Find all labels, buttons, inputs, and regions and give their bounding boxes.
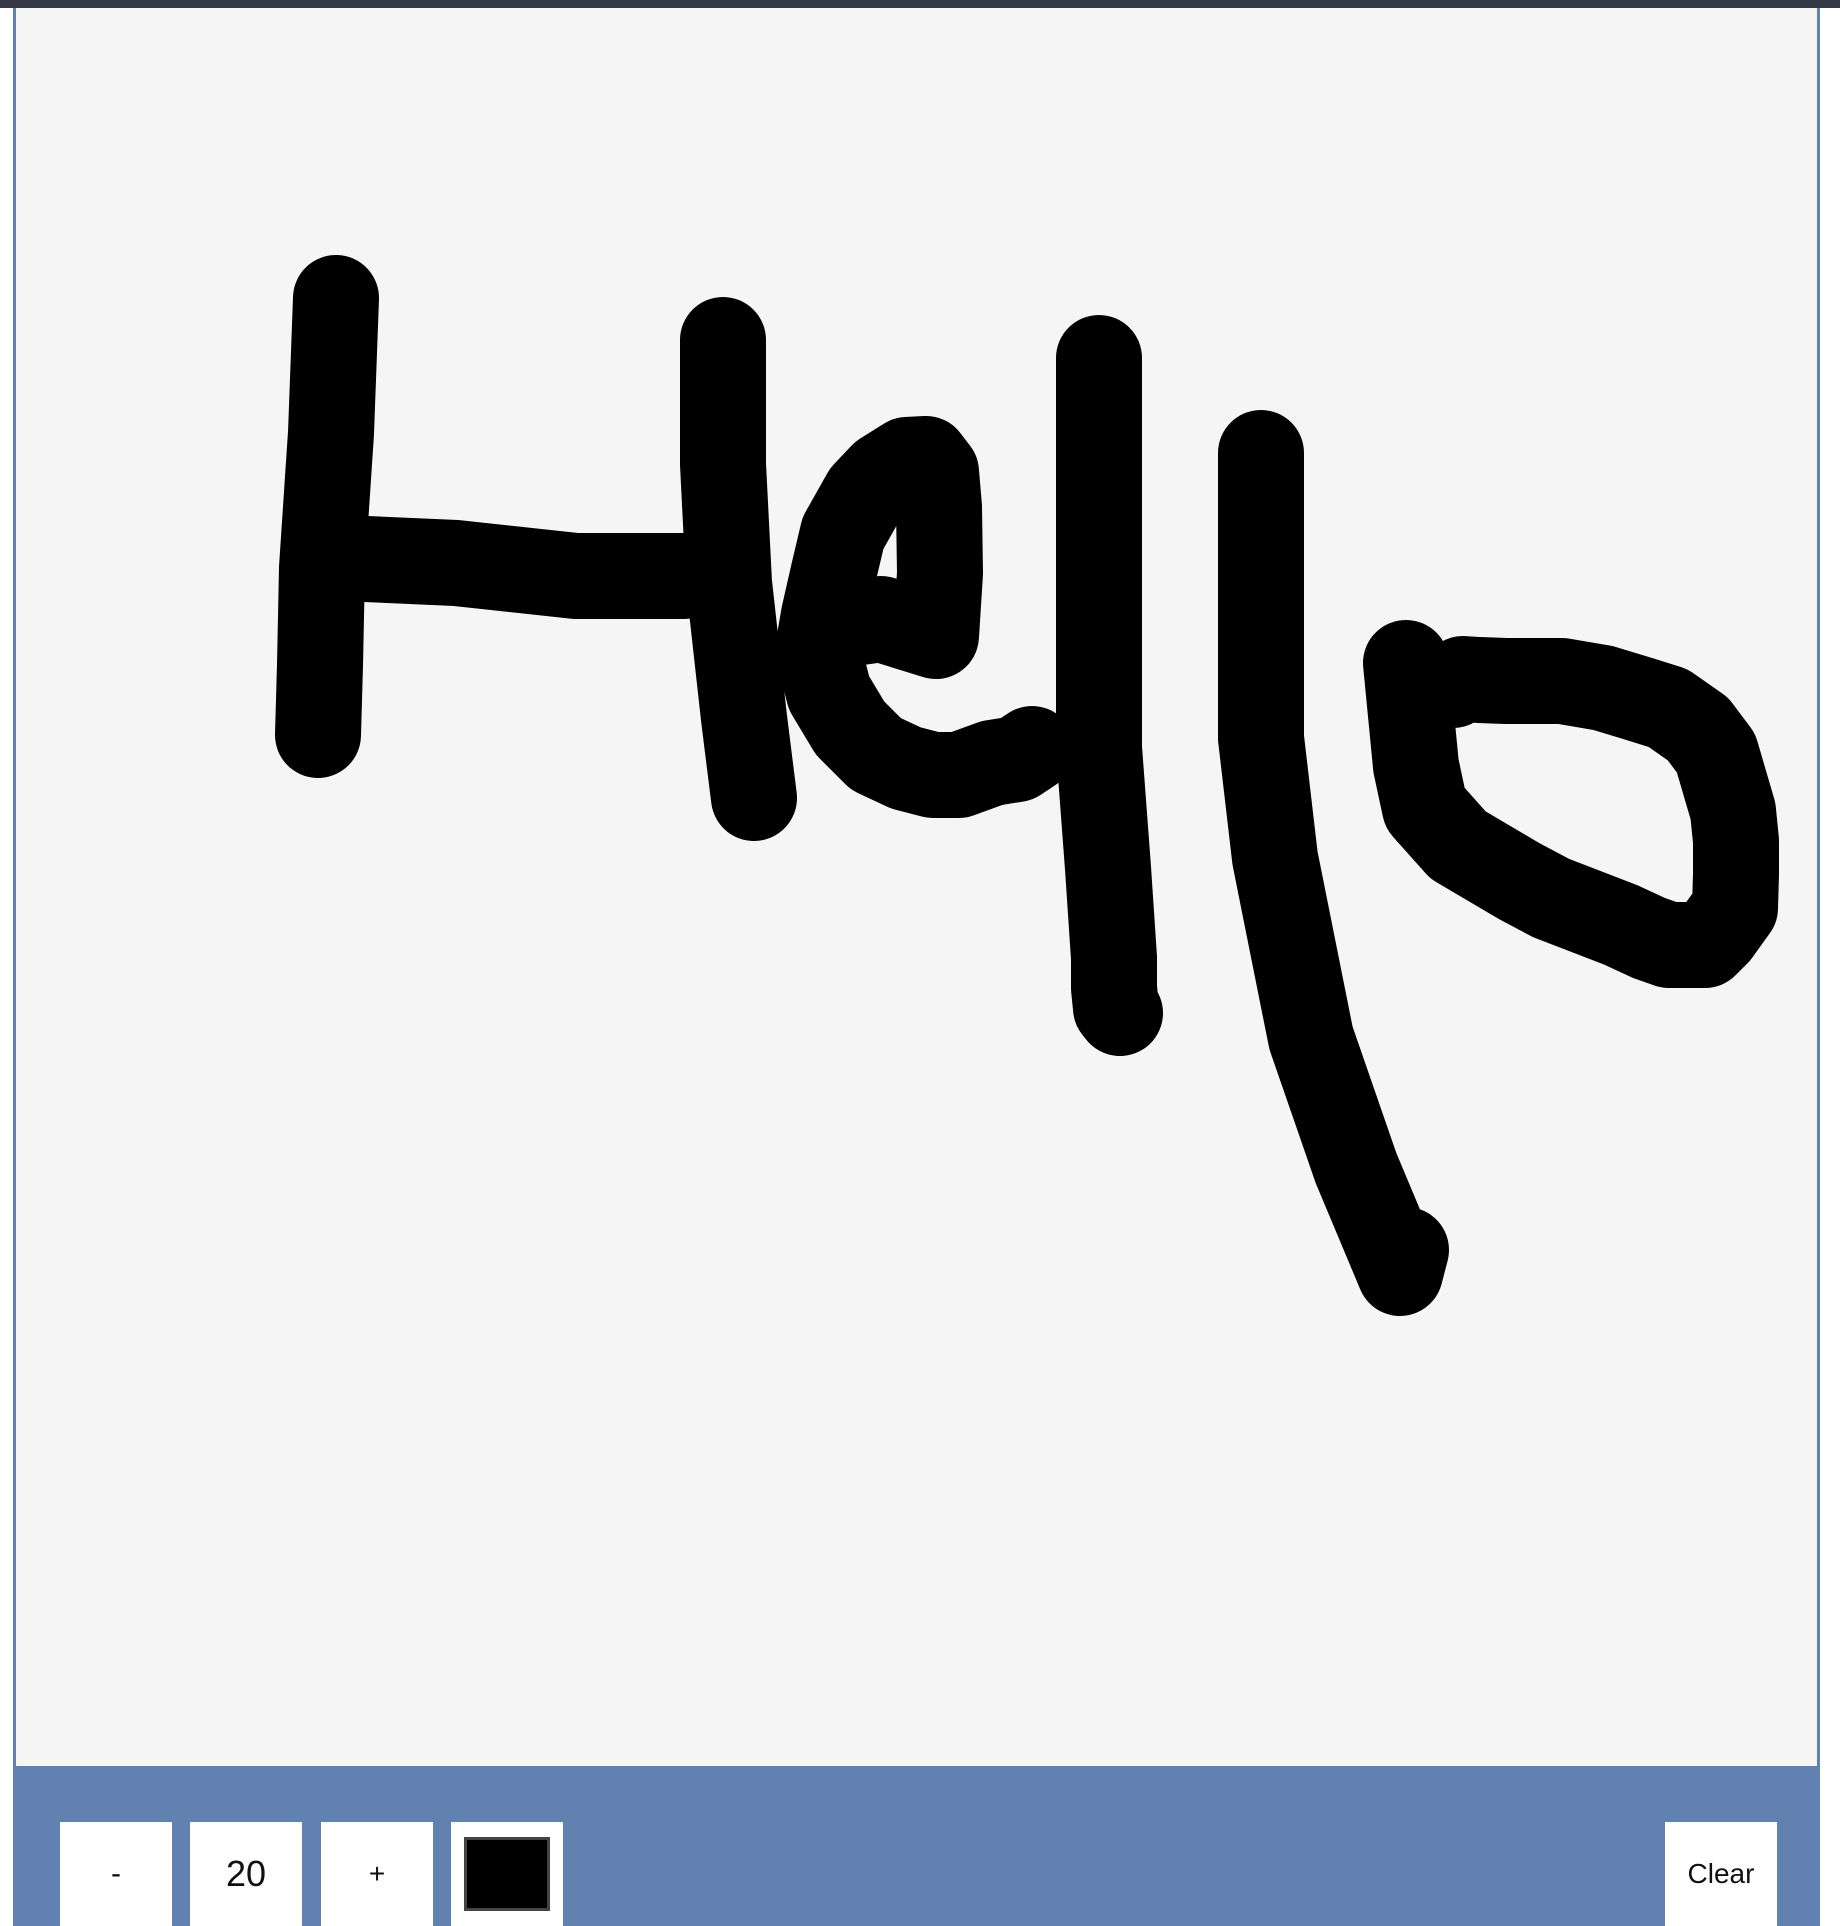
color-swatch-icon (464, 1837, 550, 1911)
brush-size-display: 20 (190, 1822, 302, 1926)
toolbar: - 20 + Clear (13, 1766, 1820, 1926)
stroke-l2 (1218, 410, 1449, 1316)
stroke-o (1363, 620, 1779, 988)
canvas-drawing (275, 255, 1779, 1316)
stroke-h-right (680, 297, 797, 841)
increase-size-button[interactable]: + (321, 1822, 433, 1926)
stroke-e (775, 416, 1075, 818)
drawing-canvas[interactable] (16, 8, 1817, 1766)
color-picker-button[interactable] (451, 1822, 563, 1926)
decrease-size-button[interactable]: - (60, 1822, 172, 1926)
clear-button[interactable]: Clear (1665, 1822, 1777, 1926)
stroke-h-bar (300, 515, 727, 619)
stroke-l1 (1056, 315, 1163, 1056)
drawing-app: - 20 + Clear (13, 8, 1820, 1926)
window-top-strip (0, 0, 1840, 8)
